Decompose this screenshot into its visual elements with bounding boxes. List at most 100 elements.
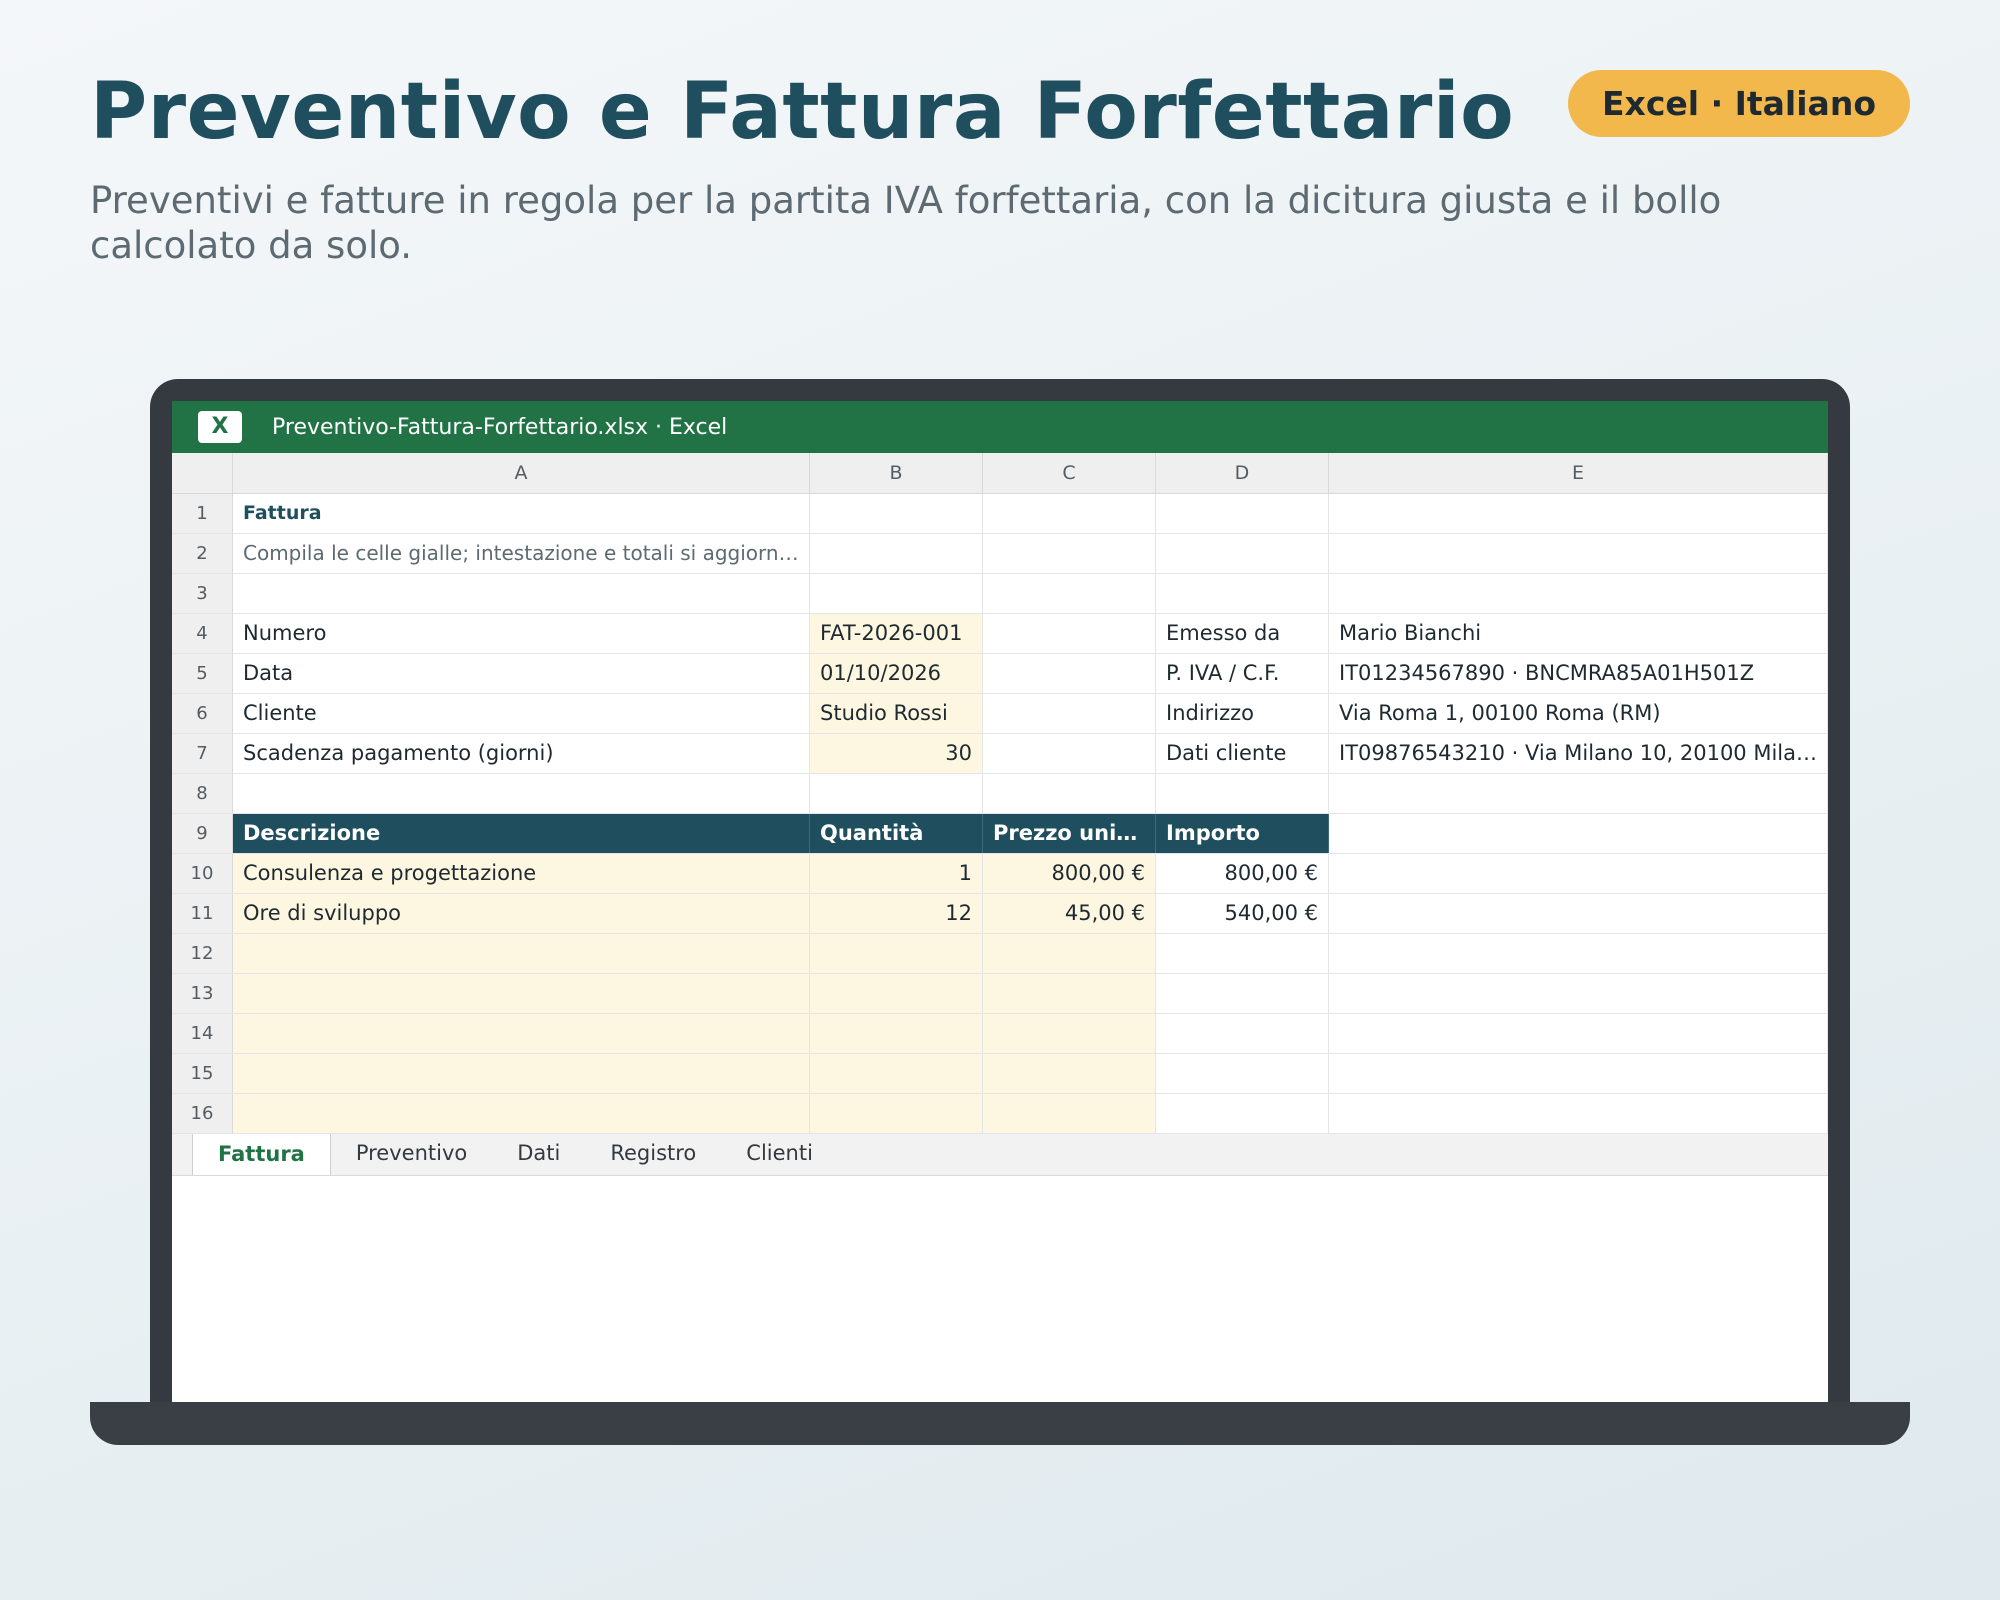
line-item-unit-price[interactable] bbox=[983, 1014, 1156, 1053]
cell-c2[interactable] bbox=[983, 534, 1156, 573]
cell-a5-label[interactable]: Data bbox=[233, 654, 810, 693]
line-item-description[interactable] bbox=[233, 974, 810, 1013]
line-item-amount[interactable] bbox=[1156, 1014, 1329, 1053]
cell-c4[interactable] bbox=[983, 614, 1156, 653]
row-header[interactable]: 1 bbox=[172, 494, 233, 533]
line-item-unit-price[interactable]: 45,00 € bbox=[983, 894, 1156, 933]
cell-b1[interactable] bbox=[810, 494, 983, 533]
cell-c3[interactable] bbox=[983, 574, 1156, 613]
line-item-amount[interactable]: 540,00 € bbox=[1156, 894, 1329, 933]
cell-e5-vat-number[interactable]: IT01234567890 · BNCMRA85A01H501Z bbox=[1329, 654, 1828, 693]
cell-a2-instructions[interactable]: Compila le celle gialle; intestazione e … bbox=[233, 534, 810, 573]
row-header[interactable]: 9 bbox=[172, 814, 233, 853]
line-item-description[interactable] bbox=[233, 1014, 810, 1053]
cell-b3[interactable] bbox=[810, 574, 983, 613]
cell-c1[interactable] bbox=[983, 494, 1156, 533]
cell-e4-issuer[interactable]: Mario Bianchi bbox=[1329, 614, 1828, 653]
cell-e13[interactable] bbox=[1329, 974, 1828, 1013]
line-item-amount[interactable] bbox=[1156, 934, 1329, 973]
row-header[interactable]: 10 bbox=[172, 854, 233, 893]
row-header[interactable]: 16 bbox=[172, 1094, 233, 1133]
row-header[interactable]: 6 bbox=[172, 694, 233, 733]
line-item-amount[interactable]: 800,00 € bbox=[1156, 854, 1329, 893]
line-item-quantity[interactable]: 12 bbox=[810, 894, 983, 933]
row-header[interactable]: 8 bbox=[172, 774, 233, 813]
cell-e1[interactable] bbox=[1329, 494, 1828, 533]
table-header-unit-price[interactable]: Prezzo unitario bbox=[983, 814, 1156, 853]
row-header[interactable]: 2 bbox=[172, 534, 233, 573]
cell-e3[interactable] bbox=[1329, 574, 1828, 613]
line-item-unit-price[interactable]: 800,00 € bbox=[983, 854, 1156, 893]
column-header-d[interactable]: D bbox=[1156, 453, 1329, 493]
row-header[interactable]: 7 bbox=[172, 734, 233, 773]
cell-d5-label[interactable]: P. IVA / C.F. bbox=[1156, 654, 1329, 693]
line-item-amount[interactable] bbox=[1156, 1054, 1329, 1093]
cell-d6-label[interactable]: Indirizzo bbox=[1156, 694, 1329, 733]
cell-c7[interactable] bbox=[983, 734, 1156, 773]
cell-d7-label[interactable]: Dati cliente bbox=[1156, 734, 1329, 773]
sheet-tab-dati[interactable]: Dati bbox=[492, 1133, 585, 1175]
cell-b2[interactable] bbox=[810, 534, 983, 573]
row-header[interactable]: 13 bbox=[172, 974, 233, 1013]
row-header[interactable]: 11 bbox=[172, 894, 233, 933]
line-item-unit-price[interactable] bbox=[983, 934, 1156, 973]
column-header-b[interactable]: B bbox=[810, 453, 983, 493]
line-item-quantity[interactable] bbox=[810, 1094, 983, 1133]
line-item-quantity[interactable] bbox=[810, 1054, 983, 1093]
row-header[interactable]: 12 bbox=[172, 934, 233, 973]
cell-c6[interactable] bbox=[983, 694, 1156, 733]
cell-a7-label[interactable]: Scadenza pagamento (giorni) bbox=[233, 734, 810, 773]
cell-e8[interactable] bbox=[1329, 774, 1828, 813]
line-item-quantity[interactable] bbox=[810, 1014, 983, 1053]
cell-e9[interactable] bbox=[1329, 814, 1828, 853]
column-header-e[interactable]: E bbox=[1329, 453, 1828, 493]
row-header[interactable]: 14 bbox=[172, 1014, 233, 1053]
cell-d3[interactable] bbox=[1156, 574, 1329, 613]
line-item-unit-price[interactable] bbox=[983, 974, 1156, 1013]
line-item-quantity[interactable] bbox=[810, 934, 983, 973]
payment-days-input[interactable]: 30 bbox=[810, 734, 983, 773]
line-item-amount[interactable] bbox=[1156, 974, 1329, 1013]
line-item-unit-price[interactable] bbox=[983, 1094, 1156, 1133]
sheet-tab-clienti[interactable]: Clienti bbox=[721, 1133, 838, 1175]
line-item-unit-price[interactable] bbox=[983, 1054, 1156, 1093]
cell-d1[interactable] bbox=[1156, 494, 1329, 533]
cell-c5[interactable] bbox=[983, 654, 1156, 693]
line-item-quantity[interactable]: 1 bbox=[810, 854, 983, 893]
line-item-description[interactable] bbox=[233, 1054, 810, 1093]
row-header[interactable]: 15 bbox=[172, 1054, 233, 1093]
line-item-quantity[interactable] bbox=[810, 974, 983, 1013]
sheet-tab-fattura[interactable]: Fattura bbox=[192, 1133, 331, 1175]
select-all-corner[interactable] bbox=[172, 453, 233, 493]
cell-e12[interactable] bbox=[1329, 934, 1828, 973]
line-item-description[interactable]: Ore di sviluppo bbox=[233, 894, 810, 933]
cell-e16[interactable] bbox=[1329, 1094, 1828, 1133]
cell-d8[interactable] bbox=[1156, 774, 1329, 813]
column-header-a[interactable]: A bbox=[233, 453, 810, 493]
cell-e14[interactable] bbox=[1329, 1014, 1828, 1053]
cell-a3[interactable] bbox=[233, 574, 810, 613]
column-header-c[interactable]: C bbox=[983, 453, 1156, 493]
sheet-tab-preventivo[interactable]: Preventivo bbox=[331, 1133, 492, 1175]
table-header-description[interactable]: Descrizione bbox=[233, 814, 810, 853]
cell-d4-label[interactable]: Emesso da bbox=[1156, 614, 1329, 653]
cell-a6-label[interactable]: Cliente bbox=[233, 694, 810, 733]
invoice-date-input[interactable]: 01/10/2026 bbox=[810, 654, 983, 693]
cell-c8[interactable] bbox=[983, 774, 1156, 813]
table-header-amount[interactable]: Importo bbox=[1156, 814, 1329, 853]
invoice-number-input[interactable]: FAT-2026-001 bbox=[810, 614, 983, 653]
sheet-tab-registro[interactable]: Registro bbox=[585, 1133, 721, 1175]
table-header-quantity[interactable]: Quantità bbox=[810, 814, 983, 853]
cell-b8[interactable] bbox=[810, 774, 983, 813]
cell-e11[interactable] bbox=[1329, 894, 1828, 933]
line-item-description[interactable]: Consulenza e progettazione bbox=[233, 854, 810, 893]
cell-e15[interactable] bbox=[1329, 1054, 1828, 1093]
cell-a4-label[interactable]: Numero bbox=[233, 614, 810, 653]
line-item-description[interactable] bbox=[233, 934, 810, 973]
row-header[interactable]: 3 bbox=[172, 574, 233, 613]
cell-e2[interactable] bbox=[1329, 534, 1828, 573]
cell-e7-client-details[interactable]: IT09876543210 · Via Milano 10, 20100 Mil… bbox=[1329, 734, 1828, 773]
client-input[interactable]: Studio Rossi bbox=[810, 694, 983, 733]
cell-e6-address[interactable]: Via Roma 1, 00100 Roma (RM) bbox=[1329, 694, 1828, 733]
cell-a1-sheet-title[interactable]: Fattura bbox=[233, 494, 810, 533]
